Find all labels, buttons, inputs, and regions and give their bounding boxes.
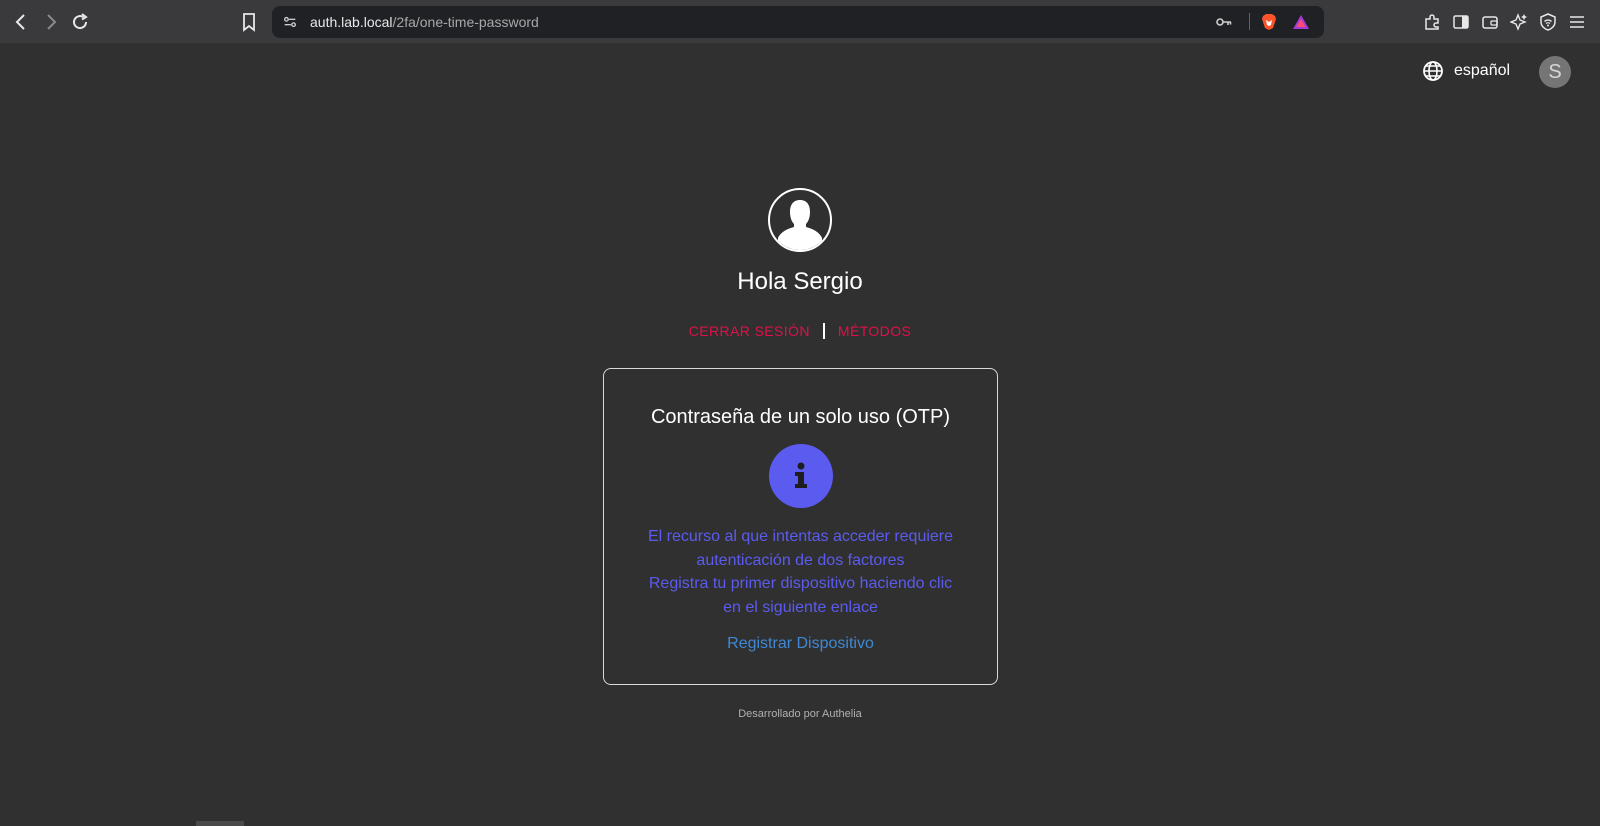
bookmark-button[interactable] (236, 9, 262, 35)
extensions-button[interactable] (1421, 11, 1443, 33)
logout-link[interactable]: CERRAR SESIÓN (689, 323, 810, 339)
hamburger-menu-icon (1570, 16, 1584, 28)
brave-shields-icon[interactable] (1260, 13, 1278, 31)
methods-link[interactable]: MÉTODOS (838, 323, 911, 339)
powered-by-footer[interactable]: Desarrollado por Authelia (0, 708, 1600, 720)
language-selector[interactable]: español (1422, 59, 1510, 83)
reload-button[interactable] (67, 9, 93, 35)
back-button[interactable] (8, 9, 34, 35)
sidebar-icon (1453, 15, 1469, 29)
browser-toolbar: auth.lab.local/2fa/one-time-password (0, 0, 1600, 43)
forward-arrow-icon (47, 14, 57, 30)
sidebar-toggle-button[interactable] (1450, 11, 1472, 33)
bookmark-icon (243, 13, 255, 32)
message-line: en el siguiente enlace (723, 598, 878, 616)
message-line: El recurso al que intentas acceder requi… (647, 528, 954, 545)
back-arrow-icon (15, 14, 25, 30)
url-path: /2fa/one-time-password (392, 14, 539, 30)
links-divider (822, 323, 825, 339)
reload-icon (73, 13, 88, 30)
message-line: autenticación de dos factores (696, 551, 905, 569)
wallet-icon (1482, 16, 1498, 29)
forward-button[interactable] (38, 9, 64, 35)
vpn-button[interactable] (1537, 11, 1559, 33)
puzzle-icon (1425, 14, 1439, 30)
user-silhouette-icon (778, 200, 822, 250)
page-content: español S Hola Sergio CERRAR SESIÓN MÉTO… (0, 43, 1600, 826)
address-bar[interactable]: auth.lab.local/2fa/one-time-password (272, 6, 1324, 38)
session-links: CERRAR SESIÓN MÉTODOS (0, 323, 1600, 339)
otp-card: Contraseña de un solo uso (OTP) El recur… (603, 368, 998, 685)
language-label: español (1454, 62, 1511, 79)
info-icon (769, 444, 833, 508)
sparkle-icon (1510, 13, 1527, 31)
brave-rewards-icon[interactable] (1292, 13, 1310, 31)
account-avatar[interactable]: S (1539, 56, 1571, 88)
url-host: auth.lab.local (310, 14, 393, 30)
shield-wifi-icon (1540, 13, 1556, 31)
two-factor-message: El recurso al que intentas acceder requi… (604, 525, 997, 619)
site-settings-icon[interactable] (281, 13, 299, 31)
url-text[interactable]: auth.lab.local/2fa/one-time-password (310, 14, 539, 30)
leo-ai-button[interactable] (1508, 11, 1530, 33)
register-device-link[interactable]: Registrar Dispositivo (604, 635, 997, 653)
card-title: Contraseña de un solo uso (OTP) (650, 406, 951, 428)
message-line: Registra tu primer dispositivo haciendo … (648, 575, 953, 592)
scroll-indicator (196, 821, 244, 826)
address-bar-divider (1249, 13, 1250, 30)
menu-button[interactable] (1566, 11, 1588, 33)
globe-icon (1423, 61, 1443, 81)
greeting-heading: Hola Sergio (737, 268, 863, 295)
wallet-button[interactable] (1479, 11, 1501, 33)
password-key-icon[interactable] (1215, 13, 1233, 31)
user-avatar (768, 188, 832, 252)
